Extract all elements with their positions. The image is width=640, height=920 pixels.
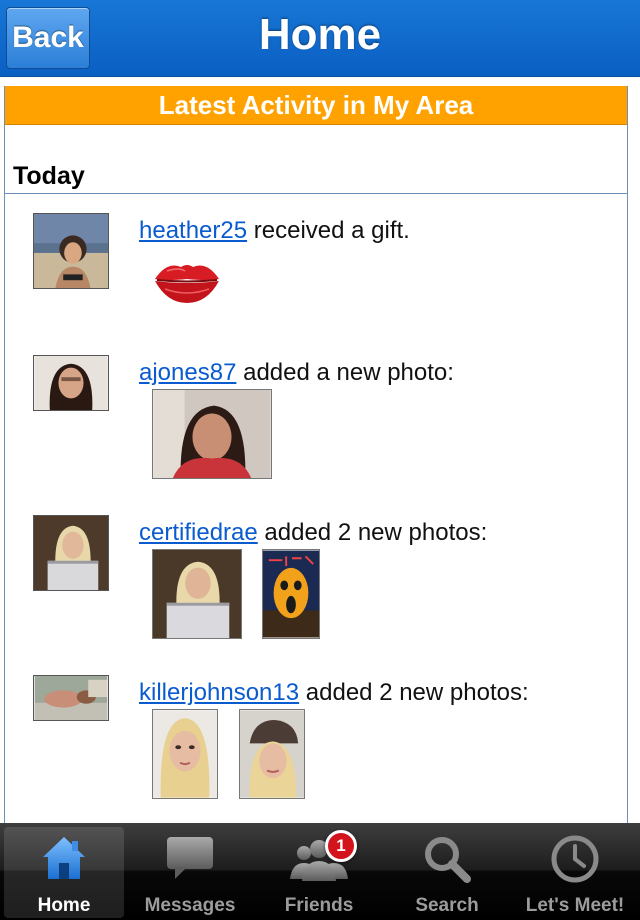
activity-description: added a new photo: [243, 359, 454, 386]
activity-description: added 2 new photos: [305, 679, 529, 706]
photo-thumbnail[interactable] [152, 549, 242, 639]
activity-panel: Latest Activity in My Area Today heather… [4, 86, 628, 823]
notification-badge: 1 [325, 830, 357, 862]
magnifier-icon [387, 833, 507, 891]
clock-icon [515, 833, 635, 891]
tab-bar: Home Messages 1 Friends Search Let's Mee… [0, 823, 640, 920]
photo-thumbnail[interactable] [152, 389, 272, 479]
people-icon [259, 833, 379, 891]
tab-messages[interactable]: Messages [130, 827, 250, 918]
feed-item-text: certifiedrae added 2 new photos: [139, 519, 487, 547]
tab-label: Let's Meet! [525, 895, 625, 916]
username-link[interactable]: certifiedrae [139, 519, 258, 546]
speech-bubble-icon [130, 833, 250, 891]
activity-banner: Latest Activity in My Area [5, 86, 627, 125]
user-avatar[interactable] [33, 515, 109, 591]
house-icon [4, 833, 124, 891]
tab-label: Home [37, 895, 91, 916]
user-avatar[interactable] [33, 213, 109, 289]
tab-friends[interactable]: 1 Friends [259, 827, 379, 918]
tab-home[interactable]: Home [4, 827, 124, 918]
activity-description: received a gift. [253, 217, 410, 244]
tab-label: Messages [144, 895, 236, 916]
tab-search[interactable]: Search [387, 827, 507, 918]
feed-item-text: killerjohnson13 added 2 new photos: [139, 679, 529, 707]
username-link[interactable]: heather25 [139, 217, 247, 244]
feed-item-text: ajones87 added a new photo: [139, 359, 454, 387]
username-link[interactable]: killerjohnson13 [139, 679, 299, 706]
activity-description: added 2 new photos: [264, 519, 488, 546]
page-title: Home [258, 10, 382, 59]
tab-lets-meet[interactable]: Let's Meet! [515, 827, 635, 918]
photo-thumbnail[interactable] [152, 709, 218, 799]
tab-label: Search [415, 895, 479, 916]
section-header: Today [5, 160, 627, 194]
feed-item-text: heather25 received a gift. [139, 217, 410, 245]
tab-label: Friends [284, 895, 354, 916]
photo-thumbnail[interactable] [262, 549, 320, 639]
section-title: Today [13, 162, 85, 190]
user-avatar[interactable] [33, 355, 109, 411]
username-link[interactable]: ajones87 [139, 359, 236, 386]
user-avatar[interactable] [33, 675, 109, 721]
photo-thumbnail[interactable] [239, 709, 305, 799]
navigation-bar: Back Home [0, 0, 640, 77]
lips-gift-icon[interactable] [151, 255, 223, 307]
